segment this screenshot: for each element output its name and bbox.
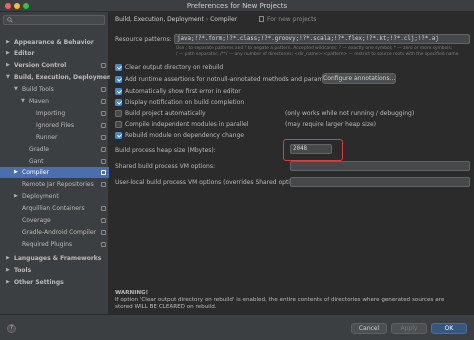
runtime-assertions-checkbox[interactable] bbox=[115, 76, 122, 83]
chevron-right-icon: ▶ bbox=[6, 255, 10, 261]
sidebar-item-languages-frameworks[interactable]: ▶ Languages & Frameworks bbox=[0, 253, 109, 264]
runtime-assertions-label: Add runtime assertions for notnull-annot… bbox=[125, 76, 339, 83]
project-scope-icon bbox=[101, 159, 106, 164]
build-automatically-checkbox[interactable] bbox=[115, 110, 122, 117]
sidebar-item-gradle-android-compiler[interactable]: Gradle-Android Compiler bbox=[0, 227, 109, 238]
display-notification-checkbox[interactable] bbox=[115, 99, 122, 106]
resource-patterns-input[interactable]: java;!?*.form;!?*.class;!?*.groovy;!?*.s… bbox=[174, 34, 470, 44]
shared-vm-options-label: Shared build process VM options: bbox=[115, 163, 215, 170]
title-bar: Preferences for New Projects bbox=[0, 0, 474, 12]
ok-button[interactable]: OK bbox=[431, 323, 467, 334]
chevron-down-icon: ▼ bbox=[14, 86, 18, 92]
sidebar-item-coverage[interactable]: Coverage bbox=[0, 215, 109, 226]
chevron-down-icon: ▼ bbox=[21, 98, 25, 104]
cancel-button[interactable]: Cancel bbox=[351, 323, 387, 334]
sidebar-item-build-execution-deployment[interactable]: ▼ Build, Execution, Deployment bbox=[0, 72, 114, 83]
sidebar-item-appearance-behavior[interactable]: ▶ Appearance & Behavior bbox=[0, 37, 109, 48]
compiler-settings-panel: Build, Execution, Deployment › Compiler … bbox=[110, 12, 474, 314]
window-title: Preferences for New Projects bbox=[186, 2, 288, 10]
settings-sidebar: ▶ Appearance & Behavior ▶ Editor ▶ Versi… bbox=[0, 12, 114, 314]
settings-search-input[interactable] bbox=[3, 15, 105, 25]
shared-vm-options-input[interactable] bbox=[290, 161, 470, 171]
heap-size-label: Build process heap size (Mbytes): bbox=[115, 147, 216, 154]
project-scope-icon bbox=[101, 63, 106, 68]
help-button[interactable]: ? bbox=[7, 324, 16, 333]
chevron-right-icon: ▶ bbox=[6, 267, 10, 273]
first-error-checkbox[interactable] bbox=[115, 88, 122, 95]
apply-button[interactable]: Apply bbox=[391, 323, 427, 334]
resource-patterns-label: Resource patterns: bbox=[115, 36, 172, 43]
search-icon bbox=[7, 17, 13, 23]
project-scope-icon bbox=[101, 242, 106, 247]
project-scope-icon bbox=[101, 123, 106, 128]
clear-output-label: Clear output directory on rebuild bbox=[125, 64, 224, 71]
sidebar-item-required-plugins[interactable]: Required Plugins bbox=[0, 239, 109, 250]
sidebar-item-deployment[interactable]: ▶ Deployment bbox=[0, 191, 109, 202]
project-scope-icon bbox=[101, 147, 106, 152]
sidebar-item-other-settings[interactable]: ▶ Other Settings bbox=[0, 277, 109, 288]
sidebar-item-gant[interactable]: Gant bbox=[0, 156, 109, 167]
warning-line-2: stored WILL BE CLEARED on rebuild. bbox=[115, 304, 217, 310]
project-scope-icon bbox=[101, 206, 106, 211]
sidebar-item-ignored-files[interactable]: Ignored Files bbox=[0, 120, 109, 131]
sidebar-item-compiler[interactable]: ▶ Compiler bbox=[0, 167, 109, 178]
sidebar-item-build-tools[interactable]: ▼ Build Tools bbox=[0, 84, 109, 95]
chevron-right-icon: ▶ bbox=[6, 279, 10, 285]
sidebar-item-runner[interactable]: Runner bbox=[0, 132, 109, 143]
breadcrumb: Build, Execution, Deployment › Compiler bbox=[115, 16, 237, 23]
chevron-right-icon: ▶ bbox=[6, 62, 10, 68]
sidebar-item-arquillian-containers[interactable]: Arquillian Containers bbox=[0, 203, 109, 214]
parallel-compile-checkbox[interactable] bbox=[115, 121, 122, 128]
chevron-down-icon: ▼ bbox=[6, 74, 10, 80]
warning-title: WARNING! bbox=[115, 290, 149, 296]
first-error-label: Automatically show first error in editor bbox=[125, 88, 241, 95]
resource-patterns-hint-1: Use ; to separate patterns and ! to nega… bbox=[176, 46, 453, 51]
sidebar-item-gradle[interactable]: Gradle bbox=[0, 144, 109, 155]
parallel-compile-label: Compile independent modules in parallel bbox=[125, 121, 249, 128]
build-automatically-label: Build project automatically bbox=[125, 110, 206, 117]
sidebar-item-tools[interactable]: ▶ Tools bbox=[0, 265, 109, 276]
document-icon bbox=[259, 16, 264, 22]
user-vm-options-input[interactable] bbox=[290, 177, 470, 187]
clear-output-checkbox[interactable] bbox=[115, 64, 122, 71]
warning-line-1: If option 'Clear output directory on reb… bbox=[115, 297, 445, 303]
build-automatically-note: (only works while not running / debuggin… bbox=[285, 110, 415, 117]
parallel-compile-note: (may require larger heap size) bbox=[285, 121, 376, 128]
project-scope-icon bbox=[101, 99, 106, 104]
sidebar-item-maven[interactable]: ▼ Maven bbox=[0, 96, 109, 107]
chevron-right-icon: ▶ bbox=[14, 193, 18, 199]
dialog-footer: ? Cancel Apply OK bbox=[0, 314, 474, 340]
project-scope-icon bbox=[101, 170, 106, 175]
display-notification-label: Display notification on build completion bbox=[125, 99, 245, 106]
user-vm-options-label: User-local build process VM options (ove… bbox=[115, 179, 305, 186]
sidebar-item-editor[interactable]: ▶ Editor bbox=[0, 48, 109, 59]
rebuild-on-dependency-checkbox[interactable] bbox=[115, 132, 122, 139]
chevron-right-icon: ▶ bbox=[14, 169, 18, 175]
breadcrumb-separator: › bbox=[205, 16, 209, 23]
breadcrumb-section: Build, Execution, Deployment bbox=[115, 16, 204, 23]
project-scope-icon bbox=[101, 87, 106, 92]
breadcrumb-page: Compiler bbox=[210, 16, 238, 23]
chevron-right-icon: ▶ bbox=[6, 50, 10, 56]
highlight-box bbox=[283, 139, 343, 161]
project-scope-icon bbox=[101, 218, 106, 223]
scope-note: For new projects bbox=[267, 16, 317, 23]
project-scope-icon bbox=[101, 182, 106, 187]
project-scope-icon bbox=[101, 135, 106, 140]
chevron-right-icon: ▶ bbox=[6, 39, 10, 45]
project-scope-icon bbox=[101, 230, 106, 235]
sidebar-item-version-control[interactable]: ▶ Version Control bbox=[0, 60, 109, 71]
rebuild-on-dependency-label: Rebuild module on dependency change bbox=[125, 132, 244, 139]
sidebar-item-remote-jar-repositories[interactable]: Remote Jar Repositories bbox=[0, 179, 109, 190]
project-scope-icon bbox=[101, 111, 106, 116]
resource-patterns-hint-2: / — path separator; /**/ — any number of… bbox=[176, 52, 459, 57]
sidebar-item-importing[interactable]: Importing bbox=[0, 108, 109, 119]
configure-annotations-button[interactable]: Configure annotations... bbox=[322, 73, 396, 84]
